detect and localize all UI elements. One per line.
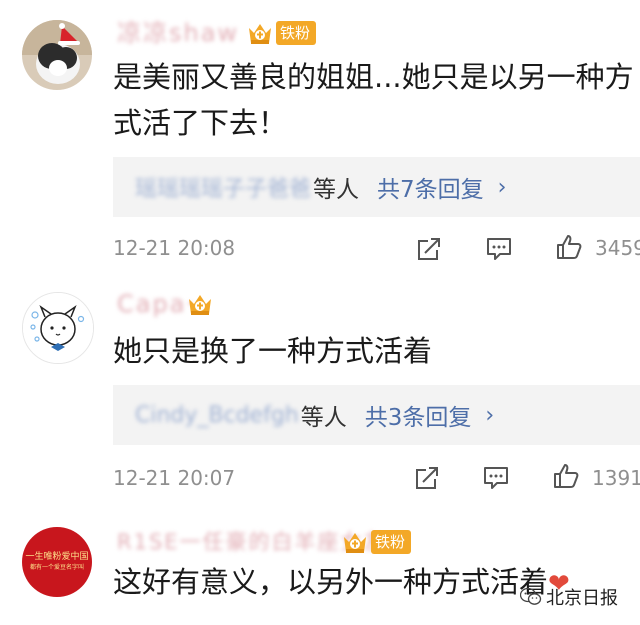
timestamp: 12-21 20:08 xyxy=(113,236,236,260)
wechat-icon xyxy=(520,588,542,605)
reply-count-link[interactable]: 共3条回复 xyxy=(365,398,472,432)
reply-users: 瑶瑶瑶瑶子子爸爸 xyxy=(135,177,312,202)
like-count: 3459 xyxy=(595,236,640,260)
comment-text-continued: 式活了下去！ xyxy=(113,106,288,140)
fan-badge[interactable] xyxy=(186,289,214,319)
reply-summary[interactable]: Cindy_Bcdefgh 等人 共3条回复 › xyxy=(113,385,640,445)
watermark: 北京日报 xyxy=(520,582,618,612)
avatar[interactable] xyxy=(22,292,94,364)
comment-text: 这好有意义，以另外一种方式活着❤ xyxy=(113,558,570,608)
like-icon[interactable] xyxy=(552,462,580,490)
comment-icon[interactable] xyxy=(485,235,513,263)
avatar-text: 都有一个爱豆名字叫 xyxy=(29,564,84,571)
fan-badge[interactable]: 铁粉 xyxy=(246,18,317,48)
crown-badge-icon xyxy=(249,24,271,44)
avatar[interactable]: 一生唯粉爱中国 都有一个爱豆名字叫 xyxy=(22,527,92,597)
username[interactable]: 凉凉shaw xyxy=(117,18,239,48)
timestamp: 12-21 20:07 xyxy=(113,466,236,490)
like-icon[interactable] xyxy=(555,233,583,261)
badge-label: 铁粉 xyxy=(371,530,412,554)
reply-users: Cindy_Bcdefgh xyxy=(135,402,299,428)
reply-suffix: 等人 xyxy=(300,405,347,431)
watermark-text: 北京日报 xyxy=(546,588,618,609)
comment-text: 她只是换了一种方式活着 xyxy=(113,334,433,368)
fan-badge[interactable]: 铁粉 xyxy=(341,527,412,557)
crown-badge-icon xyxy=(189,295,211,315)
forward-icon[interactable] xyxy=(413,464,441,492)
avatar[interactable] xyxy=(22,20,92,90)
like-count: 1391 xyxy=(592,466,640,490)
comment-list: 凉凉shaw 铁粉 是美丽又善良的姐姐...她只是以另一种方 式活了下去！ 瑶瑶… xyxy=(0,0,640,625)
chevron-right-icon: › xyxy=(497,174,507,200)
chevron-right-icon: › xyxy=(485,402,495,428)
avatar-text: 一生唯粉爱中国 xyxy=(25,552,89,562)
reply-summary[interactable]: 瑶瑶瑶瑶子子爸爸 等人 共7条回复 › xyxy=(113,157,640,217)
comment-text-body: 这好有意义，以另外一种方式活着 xyxy=(113,565,549,599)
reply-count-link[interactable]: 共7条回复 xyxy=(377,170,484,204)
reply-suffix: 等人 xyxy=(313,177,360,203)
comment-icon[interactable] xyxy=(482,464,510,492)
username[interactable]: Capa· xyxy=(117,289,196,319)
crown-badge-icon xyxy=(344,533,366,553)
forward-icon[interactable] xyxy=(415,235,443,263)
comment-text: 是美丽又善良的姐姐...她只是以另一种方 xyxy=(113,60,634,94)
badge-label: 铁粉 xyxy=(276,21,317,45)
